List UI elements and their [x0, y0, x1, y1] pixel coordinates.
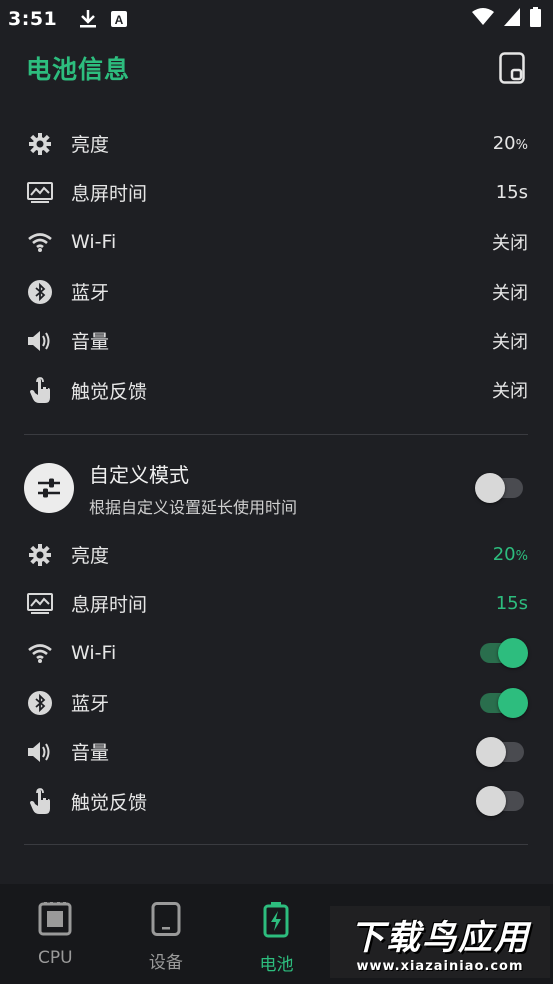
nav-item-device[interactable]: 设备: [111, 884, 222, 984]
setting-value: 15s: [495, 182, 528, 204]
setting-label: 触觉反馈: [71, 380, 148, 403]
wifi-icon: [26, 228, 54, 256]
setting-row-screen-timeout: 息屏时间 15s: [0, 168, 553, 217]
custom-mode-title: 自定义模式: [89, 462, 189, 487]
svg-text:A: A: [115, 13, 124, 27]
setting-value: 关闭: [492, 282, 528, 304]
bluetooth-icon: [26, 689, 54, 717]
setting-label: 息屏时间: [71, 183, 148, 206]
setting-label: 触觉反馈: [71, 791, 148, 814]
battery-charging-icon: [263, 902, 289, 942]
nav-label: 设备: [148, 953, 183, 973]
custom-setting-row-screen-timeout[interactable]: 息屏时间 15s: [0, 579, 553, 628]
nav-label: CPU: [38, 948, 73, 968]
bluetooth-icon: [26, 278, 54, 306]
sliders-icon: [24, 463, 74, 513]
wifi-icon: [26, 639, 54, 667]
wifi-toggle[interactable]: [476, 637, 528, 669]
custom-setting-row-volume: 音量: [0, 727, 553, 776]
status-time: 3:51: [8, 8, 58, 30]
volume-icon: [26, 327, 54, 355]
section-divider: [24, 844, 528, 845]
setting-value: 20%: [492, 133, 528, 155]
touch-icon: [26, 376, 54, 404]
setting-label: 息屏时间: [71, 594, 148, 617]
nav-label: 电池: [259, 955, 294, 975]
cell-signal-icon: [504, 7, 520, 31]
app-header: 电池信息: [0, 40, 553, 96]
setting-row-wifi: Wi-Fi 关闭: [0, 218, 553, 267]
volume-icon: [26, 738, 54, 766]
cpu-chip-icon: [38, 902, 72, 940]
wifi-status-icon: [472, 7, 494, 31]
screen-timeout-icon: [26, 590, 54, 618]
custom-mode-card[interactable]: 自定义模式 根据自定义设置延长使用时间: [0, 453, 553, 523]
custom-setting-row-wifi: Wi-Fi: [0, 629, 553, 678]
volume-toggle[interactable]: [476, 736, 528, 768]
tablet-icon: [151, 902, 181, 940]
custom-mode-toggle[interactable]: [475, 472, 527, 504]
setting-label: 音量: [71, 742, 110, 765]
brightness-gear-icon: [26, 130, 54, 158]
custom-setting-row-brightness[interactable]: 亮度 20%: [0, 530, 553, 579]
setting-row-bluetooth: 蓝牙 关闭: [0, 267, 553, 316]
setting-label: 亮度: [71, 545, 110, 568]
custom-setting-row-bluetooth: 蓝牙: [0, 678, 553, 727]
brightness-gear-icon: [26, 541, 54, 569]
status-bar: 3:51 A: [0, 0, 553, 38]
custom-settings-list: 亮度 20% 息屏时间 15s Wi-Fi 蓝牙 音量 触觉反馈: [0, 530, 553, 826]
watermark-url: www.xiazainiao.com: [356, 959, 524, 974]
screen-timeout-icon: [26, 179, 54, 207]
custom-mode-subtitle: 根据自定义设置延长使用时间: [89, 497, 298, 517]
setting-value: 关闭: [492, 331, 528, 353]
custom-setting-row-haptic: 触觉反馈: [0, 776, 553, 825]
touch-icon: [26, 787, 54, 815]
bluetooth-toggle[interactable]: [476, 687, 528, 719]
setting-label: Wi-Fi: [71, 231, 117, 254]
setting-value: 关闭: [492, 233, 528, 255]
setting-label: 音量: [71, 331, 110, 354]
setting-row-volume: 音量 关闭: [0, 316, 553, 365]
section-divider: [24, 434, 528, 435]
watermark-text: 下载鸟应用: [350, 918, 530, 958]
current-settings-list: 亮度 20% 息屏时间 15s Wi-Fi 关闭 蓝牙 关闭 音量 关闭 触觉反…: [0, 119, 553, 415]
setting-label: 蓝牙: [71, 693, 110, 716]
nav-item-cpu[interactable]: CPU: [0, 884, 111, 984]
setting-row-haptic: 触觉反馈 关闭: [0, 365, 553, 414]
a-notification-icon: A: [111, 11, 128, 27]
download-icon: [79, 9, 97, 29]
nav-item-battery[interactable]: 电池: [221, 884, 332, 984]
battery-status-icon: [530, 6, 541, 32]
setting-row-brightness: 亮度 20%: [0, 119, 553, 168]
setting-value[interactable]: 20%: [493, 544, 528, 565]
device-tablet-icon[interactable]: [497, 51, 527, 85]
setting-value: 关闭: [492, 381, 528, 403]
setting-label: 蓝牙: [71, 282, 110, 305]
setting-label: 亮度: [71, 134, 110, 157]
haptic-toggle[interactable]: [476, 785, 528, 817]
setting-label: Wi-Fi: [71, 642, 117, 665]
page-title: 电池信息: [26, 55, 131, 84]
watermark-logo: 下载鸟应用 www.xiazainiao.com: [330, 906, 550, 978]
setting-value[interactable]: 15s: [496, 593, 528, 614]
